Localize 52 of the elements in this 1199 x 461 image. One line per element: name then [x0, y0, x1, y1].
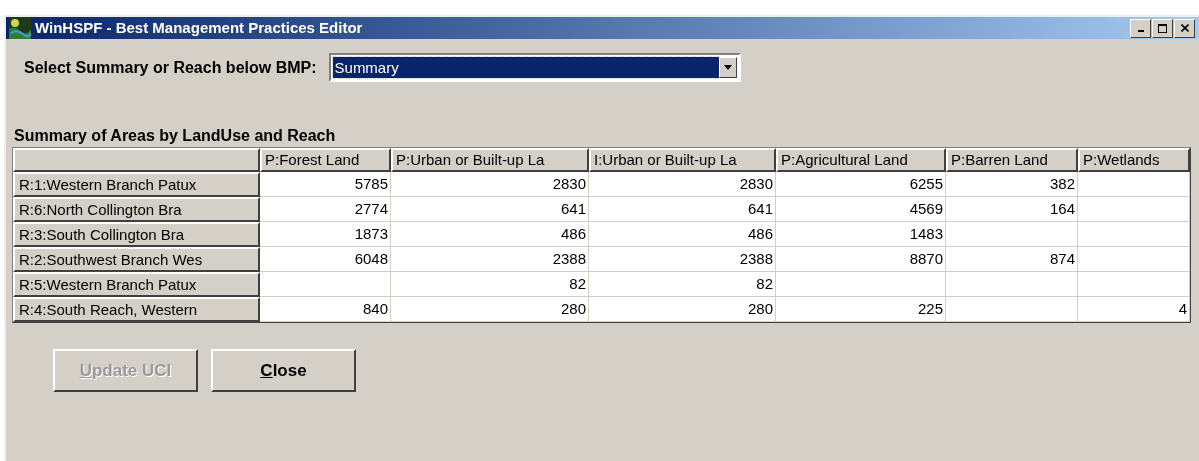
table-cell: 486 [589, 222, 776, 247]
selector-label: Select Summary or Reach below BMP: [24, 57, 317, 78]
table-cell: 2388 [589, 247, 776, 272]
table-cell: 4569 [776, 197, 946, 222]
minimize-icon [1137, 30, 1144, 32]
window-title: WinHSPF - Best Management Practices Editor [35, 17, 363, 38]
table-cell: 382 [946, 172, 1078, 197]
column-header[interactable]: I:Urban or Built-up La [589, 148, 776, 172]
row-header[interactable]: R:4:South Reach, Western [13, 297, 260, 322]
table-cell: 2830 [391, 172, 589, 197]
table-cell: 641 [589, 197, 776, 222]
minimize-button[interactable] [1130, 18, 1151, 38]
row-header[interactable]: R:5:Western Branch Patux [13, 272, 260, 297]
maximize-button[interactable] [1152, 18, 1173, 38]
table-cell: 1483 [776, 222, 946, 247]
maximize-icon [1158, 23, 1167, 33]
table-cell: 225 [776, 297, 946, 322]
table-cell: 4 [1078, 297, 1190, 322]
app-icon [9, 17, 31, 39]
close-icon [1180, 24, 1189, 32]
reach-dropdown[interactable]: Summary [328, 53, 741, 82]
table-cell: 1873 [260, 222, 391, 247]
table-cell: 5785 [260, 172, 391, 197]
table-cell: 2774 [260, 197, 391, 222]
table-cell: 8870 [776, 247, 946, 272]
column-header[interactable]: P:Urban or Built-up La [391, 148, 589, 172]
table-cell: 486 [391, 222, 589, 247]
table-cell: 641 [391, 197, 589, 222]
table-cell: 6255 [776, 172, 946, 197]
close-button[interactable] [1174, 18, 1195, 38]
table-cell: 82 [589, 272, 776, 297]
column-header[interactable]: P:Forest Land [260, 148, 391, 172]
row-header[interactable]: R:1:Western Branch Patux [13, 172, 260, 197]
dropdown-value: Summary [332, 57, 719, 78]
table-cell: 840 [260, 297, 391, 322]
table-cell: 2388 [391, 247, 589, 272]
table-cell: 164 [946, 197, 1078, 222]
row-header[interactable]: R:6:North Collington Bra [13, 197, 260, 222]
table-cell: 6048 [260, 247, 391, 272]
table-cell: 280 [589, 297, 776, 322]
row-header[interactable]: R:2:Southwest Branch Wes [13, 247, 260, 272]
column-header[interactable]: P:Wetlands [1078, 148, 1190, 172]
table-cell: 2830 [589, 172, 776, 197]
close-dialog-button[interactable]: Close [211, 349, 356, 392]
row-header[interactable]: R:3:South Collington Bra [13, 222, 260, 247]
caret-icon [723, 65, 732, 70]
table-cell: 874 [946, 247, 1078, 272]
column-header[interactable]: P:Barren Land [946, 148, 1078, 172]
column-header[interactable]: P:Agricultural Land [776, 148, 946, 172]
table-cell: 82 [391, 272, 589, 297]
table-cell: 280 [391, 297, 589, 322]
table-title: Summary of Areas by LandUse and Reach [14, 126, 337, 146]
